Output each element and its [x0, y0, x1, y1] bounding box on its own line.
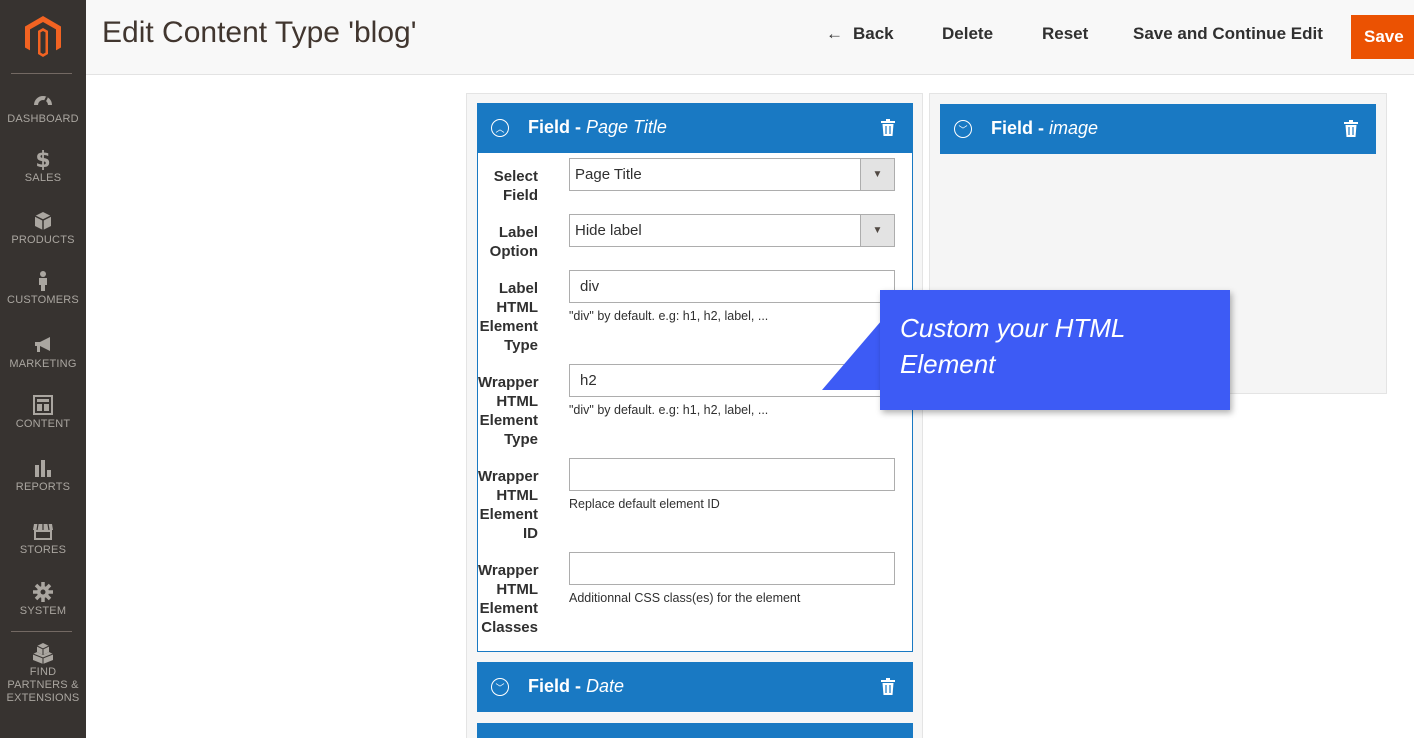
wrapper-html-id-label: Wrapper HTML Element ID — [478, 468, 539, 542]
page-title: Edit Content Type 'blog' — [102, 16, 417, 49]
back-button-label: Back — [853, 24, 894, 43]
delete-button[interactable]: Delete — [942, 24, 993, 44]
admin-sidebar: DASHBOARD $ SALES PRODUCTS CUSTOMERS MAR… — [0, 0, 86, 738]
svg-text:$: $ — [35, 148, 50, 170]
boxes-icon — [32, 643, 54, 664]
arrow-left-icon: ← — [826, 24, 843, 43]
trash-icon[interactable] — [881, 119, 895, 136]
label-html-type-label: Label HTML Element Type — [479, 280, 538, 354]
dropdown-arrow-icon: ▼ — [860, 159, 894, 190]
sidebar-item-label: SYSTEM — [19, 605, 67, 617]
sidebar-item-customers[interactable]: CUSTOMERS — [0, 270, 86, 307]
wrapper-html-type-label: Wrapper HTML Element Type — [478, 374, 539, 448]
sidebar-item-marketing[interactable]: MARKETING — [0, 334, 86, 371]
label-html-type-input[interactable] — [569, 270, 895, 303]
sidebar-item-label: REPORTS — [15, 481, 71, 493]
wrapper-html-id-input[interactable] — [569, 458, 895, 491]
label-option-value: Hide label — [575, 222, 642, 239]
dollar-icon: $ — [35, 148, 50, 170]
sidebar-divider — [11, 631, 72, 632]
label-option-dropdown[interactable]: Hide label ▼ — [569, 214, 895, 247]
sidebar-item-dashboard[interactable]: DASHBOARD — [0, 89, 86, 126]
field-settings-panel: Select Field Page Title ▼ Label Option H… — [477, 153, 913, 652]
save-button[interactable]: Save — [1351, 15, 1414, 59]
sidebar-item-stores[interactable]: STORES — [0, 520, 86, 557]
sidebar-item-label: DASHBOARD — [7, 113, 79, 125]
field-title: Field - Page Title — [528, 117, 667, 137]
magento-logo[interactable] — [0, 0, 86, 73]
gear-icon — [33, 582, 53, 602]
bar-chart-icon — [35, 460, 51, 477]
label-html-type-note: "div" by default. e.g: h1, h2, label, ..… — [569, 309, 769, 323]
field-header-date[interactable]: ﹀ Field - Date — [477, 662, 913, 712]
wrapper-html-classes-input[interactable] — [569, 552, 895, 585]
reset-button[interactable]: Reset — [1042, 24, 1088, 44]
sidebar-item-find-partners[interactable]: FIND PARTNERS & EXTENSIONS — [0, 642, 86, 705]
person-icon — [39, 271, 47, 291]
field-header-next[interactable] — [477, 723, 913, 738]
wrapper-html-id-note: Replace default element ID — [569, 497, 720, 511]
save-and-continue-button[interactable]: Save and Continue Edit — [1133, 24, 1323, 44]
annotation-callout: Custom your HTML Element — [880, 290, 1230, 410]
wrapper-html-classes-label: Wrapper HTML Element Classes — [478, 562, 539, 636]
chevron-up-icon[interactable]: ︿ — [491, 119, 509, 137]
sidebar-item-label: MARKETING — [9, 358, 77, 370]
sidebar-item-system[interactable]: SYSTEM — [0, 581, 86, 618]
chevron-down-icon[interactable]: ﹀ — [954, 120, 972, 138]
sidebar-item-label: PRODUCTS — [11, 234, 75, 246]
wrapper-html-type-note: "div" by default. e.g: h1, h2, label, ..… — [569, 403, 769, 417]
sidebar-item-label: CUSTOMERS — [7, 294, 79, 306]
select-field-value: Page Title — [575, 166, 642, 183]
megaphone-icon — [35, 337, 50, 352]
field-header-page-title[interactable]: ︿ Field - Page Title — [477, 103, 913, 153]
sidebar-item-sales[interactable]: $ SALES — [0, 148, 86, 185]
field-header-image[interactable]: ﹀ Field - image — [940, 104, 1376, 154]
sidebar-divider — [11, 73, 72, 74]
trash-icon[interactable] — [881, 678, 895, 695]
dashboard-icon — [34, 96, 52, 106]
callout-pointer — [822, 320, 882, 390]
sidebar-item-products[interactable]: PRODUCTS — [0, 210, 86, 247]
trash-icon[interactable] — [1344, 120, 1358, 137]
field-title: Field - Date — [528, 676, 625, 696]
callout-text: Custom your HTML Element — [900, 313, 1125, 379]
back-button[interactable]: ← Back — [826, 24, 894, 44]
sidebar-item-label: FIND PARTNERS & EXTENSIONS — [6, 666, 80, 704]
label-option-label: Label Option — [489, 224, 538, 260]
sidebar-item-content[interactable]: CONTENT — [0, 394, 86, 431]
magento-logo-icon — [25, 15, 61, 57]
chevron-down-icon[interactable]: ﹀ — [491, 678, 509, 696]
dropdown-arrow-icon: ▼ — [860, 215, 894, 246]
sidebar-item-reports[interactable]: REPORTS — [0, 457, 86, 494]
field-title: Field - image — [991, 118, 1099, 138]
wrapper-html-classes-note: Additionnal CSS class(es) for the elemen… — [569, 591, 801, 605]
sidebar-item-label: CONTENT — [15, 418, 71, 430]
sidebar-item-label: STORES — [19, 544, 67, 556]
select-field-label: Select Field — [493, 168, 538, 204]
sidebar-item-label: SALES — [24, 172, 62, 184]
layout-icon — [33, 395, 53, 415]
select-field-dropdown[interactable]: Page Title ▼ — [569, 158, 895, 191]
page-header: Edit Content Type 'blog' ← Back Delete Re… — [86, 0, 1414, 75]
cube-icon — [34, 212, 52, 230]
storefront-icon — [33, 523, 53, 540]
